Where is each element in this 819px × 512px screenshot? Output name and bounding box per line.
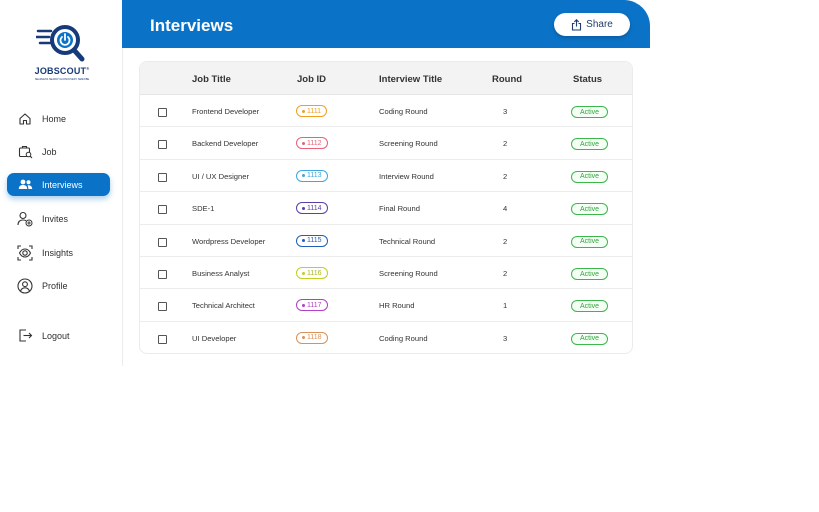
job-id-badge: 1116	[296, 267, 328, 279]
logout-label: Logout	[42, 330, 70, 341]
page-title: Interviews	[150, 16, 234, 35]
sidebar-item-interviews[interactable]: Interviews	[7, 173, 110, 196]
round-cell: 3	[503, 333, 508, 343]
job-icon	[17, 144, 33, 160]
sidebar-item-invites[interactable]: Invites	[7, 207, 110, 230]
table-row[interactable]: Technical Architect 1117 HR Round 1 Acti…	[140, 289, 632, 322]
sidebar-item-insights[interactable]: Insights	[7, 241, 110, 264]
sidebar-item-label: Profile	[42, 280, 68, 291]
table-row[interactable]: Business Analyst 1116 Screening Round 2 …	[140, 257, 632, 290]
insights-eye-icon	[17, 244, 33, 261]
table-row[interactable]: Frontend Developer 1111 Coding Round 3 A…	[140, 95, 632, 128]
round-cell: 2	[503, 236, 508, 246]
invite-user-icon	[17, 211, 33, 227]
round-cell: 2	[503, 269, 508, 278]
interview-title-cell: Technical Round	[379, 236, 436, 246]
status-badge: Active	[571, 203, 608, 216]
sidebar-item-label: Job	[42, 146, 57, 157]
logout-button[interactable]: Logout	[7, 324, 110, 347]
sidebar-item-profile[interactable]: Profile	[7, 274, 110, 297]
logo-tagline: SEAMLESS SEARCH & DISCOVERY SEMOIBE	[34, 78, 90, 81]
round-cell: 4	[503, 204, 508, 214]
status-badge: Active	[571, 235, 608, 248]
sidebar-item-label: Home	[42, 113, 67, 124]
job-id-badge: 1114	[296, 202, 328, 215]
job-title-cell: Backend Developer	[192, 139, 259, 149]
job-id-badge: 1112	[296, 137, 328, 150]
job-id-badge: 1117	[296, 299, 328, 312]
table-row[interactable]: Backend Developer 1112 Screening Round 2…	[140, 127, 632, 160]
job-title-cell: Business Analyst	[192, 269, 250, 278]
column-header-job-title[interactable]: Job Title	[192, 74, 231, 85]
status-badge: Active	[571, 170, 608, 183]
share-label: Share	[586, 19, 613, 30]
interview-title-cell: HR Round	[379, 301, 415, 311]
row-checkbox[interactable]	[158, 108, 167, 117]
job-title-cell: UI Developer	[192, 333, 237, 343]
row-checkbox[interactable]	[158, 140, 167, 150]
job-title-cell: Wordpress Developer	[192, 236, 266, 246]
round-cell: 2	[503, 171, 508, 181]
row-checkbox[interactable]	[158, 172, 167, 182]
sidebar-item-job[interactable]: Job	[7, 140, 110, 163]
row-checkbox[interactable]	[158, 205, 167, 215]
column-header-round[interactable]: Round	[492, 74, 522, 85]
row-checkbox[interactable]	[158, 270, 167, 279]
job-title-cell: UI / UX Designer	[192, 171, 249, 181]
interview-title-cell: Coding Round	[379, 107, 428, 116]
job-id-badge: 1115	[296, 234, 328, 247]
status-badge: Active	[571, 332, 608, 345]
table-row[interactable]: SDE-1 1114 Final Round 4 Active	[140, 192, 632, 225]
interviews-table: Job Title Job ID Interview Title Round S…	[139, 61, 633, 354]
logout-icon	[17, 328, 33, 344]
table-header: Job Title Job ID Interview Title Round S…	[140, 62, 632, 95]
sidebar-item-label: Invites	[42, 213, 69, 224]
job-id-badge: 1113	[296, 169, 328, 182]
status-badge: Active	[571, 268, 608, 280]
job-title-cell: Frontend Developer	[192, 107, 260, 116]
column-header-status[interactable]: Status	[573, 74, 602, 85]
table-row[interactable]: UI Developer 1118 Coding Round 3 Active	[140, 322, 632, 353]
column-header-interview-title[interactable]: Interview Title	[379, 74, 442, 85]
share-icon	[571, 18, 582, 31]
table-row[interactable]: Wordpress Developer 1115 Technical Round…	[140, 225, 632, 257]
round-cell: 3	[503, 107, 508, 116]
row-checkbox[interactable]	[158, 334, 167, 344]
users-icon	[17, 177, 33, 193]
job-id-badge: 1118	[296, 331, 328, 344]
column-header-job-id[interactable]: Job ID	[297, 74, 326, 85]
status-badge: Active	[571, 138, 608, 151]
jobscout-logo[interactable]: JOBSCOUT® SEAMLESS SEARCH & DISCOVERY SE…	[30, 22, 94, 90]
row-checkbox[interactable]	[158, 237, 167, 247]
interview-title-cell: Interview Round	[379, 171, 434, 181]
home-icon	[17, 111, 33, 127]
sidebar-item-home[interactable]: Home	[7, 107, 110, 130]
job-title-cell: Technical Architect	[192, 301, 255, 311]
status-badge: Active	[571, 106, 608, 118]
status-badge: Active	[571, 300, 608, 313]
logo-magnifier-icon	[36, 25, 85, 62]
sidebar: JOBSCOUT® SEAMLESS SEARCH & DISCOVERY SE…	[0, 0, 123, 366]
profile-icon	[17, 277, 33, 294]
interview-title-cell: Final Round	[379, 204, 420, 214]
share-button[interactable]: Share	[554, 13, 630, 36]
table-row[interactable]: UI / UX Designer 1113 Interview Round 2 …	[140, 160, 632, 193]
interview-title-cell: Screening Round	[379, 139, 438, 149]
job-id-badge: 1111	[296, 105, 328, 117]
row-checkbox[interactable]	[158, 302, 167, 312]
job-title-cell: SDE-1	[192, 204, 215, 214]
sidebar-item-label: Interviews	[42, 179, 83, 190]
logo-wordmark: JOBSCOUT®	[34, 66, 90, 76]
round-cell: 1	[503, 301, 508, 311]
interview-title-cell: Coding Round	[379, 333, 428, 343]
round-cell: 2	[503, 139, 508, 149]
page-header: Interviews Share	[122, 0, 650, 48]
interview-title-cell: Screening Round	[379, 269, 438, 278]
sidebar-item-label: Insights	[42, 247, 74, 258]
